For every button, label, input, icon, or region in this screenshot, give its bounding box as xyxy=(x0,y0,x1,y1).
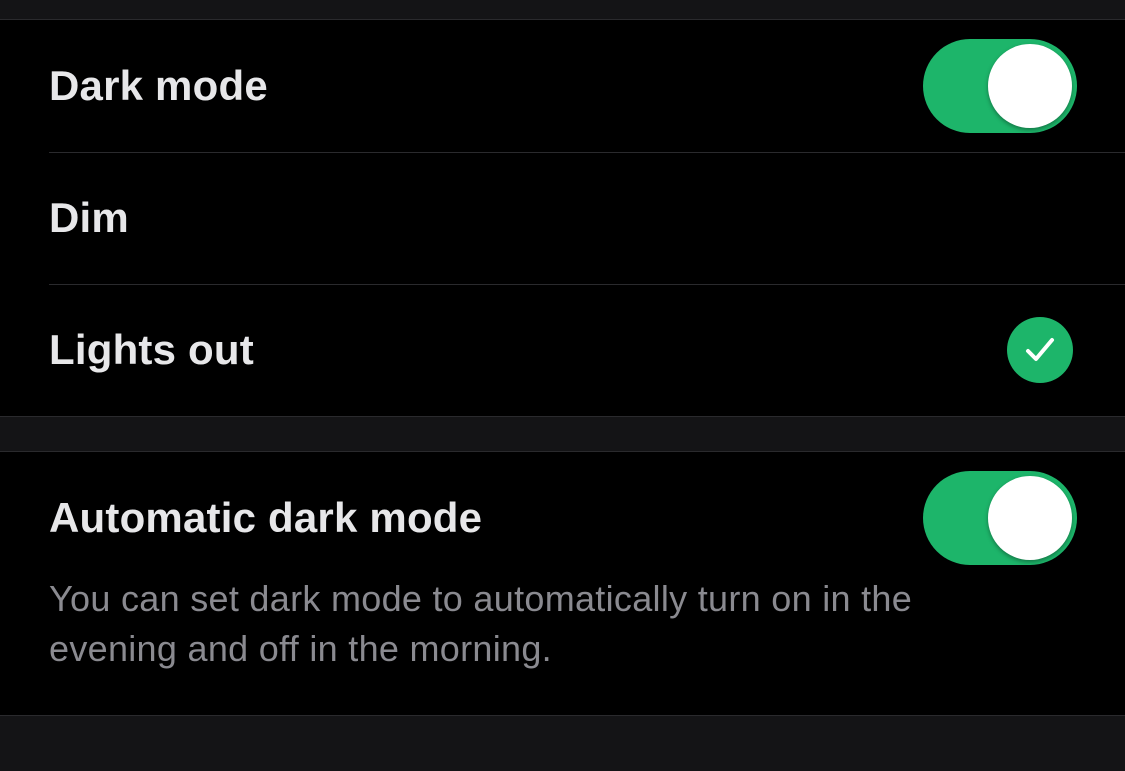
automatic-dark-mode-toggle[interactable] xyxy=(923,471,1077,565)
dark-mode-toggle[interactable] xyxy=(923,39,1077,133)
toggle-knob xyxy=(988,476,1072,560)
automatic-dark-mode-description: You can set dark mode to automatically t… xyxy=(49,578,913,669)
toggle-knob xyxy=(988,44,1072,128)
automatic-dark-mode-label: Automatic dark mode xyxy=(49,494,483,541)
section-spacer-top xyxy=(0,0,1125,20)
theme-option-label: Dim xyxy=(49,194,129,241)
theme-option-label: Lights out xyxy=(49,326,254,373)
theme-option-lights-out[interactable]: Lights out xyxy=(0,284,1125,416)
automatic-dark-mode-row[interactable]: Automatic dark mode xyxy=(0,452,1125,584)
theme-option-dim[interactable]: Dim xyxy=(0,152,1125,284)
dark-mode-settings-screen: Dark mode Dim Lights out Automatic dark … xyxy=(0,0,1125,771)
dark-mode-label: Dark mode xyxy=(49,62,268,109)
dark-mode-row[interactable]: Dark mode xyxy=(0,20,1125,152)
appearance-group: Dark mode Dim Lights out xyxy=(0,20,1125,417)
section-spacer xyxy=(0,417,1125,452)
automatic-dark-mode-group: Automatic dark mode You can set dark mod… xyxy=(0,452,1125,716)
checkmark-icon xyxy=(1007,317,1073,383)
